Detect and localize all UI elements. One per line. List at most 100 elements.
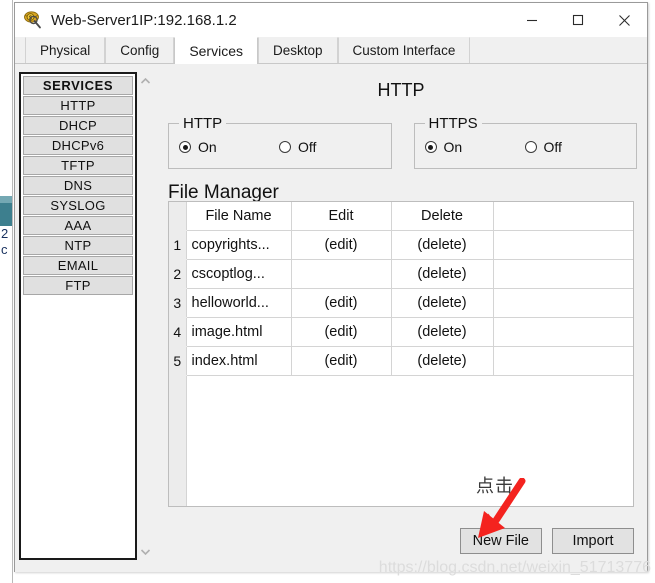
content-area: SERVICES HTTP DHCP DHCPv6 TFTP DNS SYSLO… [15,64,647,572]
background-text-fragment-2: c [1,242,8,257]
cell-file-name: cscoptlog... [186,259,292,289]
cell-delete-link[interactable]: (delete) [391,230,494,260]
sidebar-item-ntp[interactable]: NTP [23,236,133,255]
column-header-index [169,202,187,231]
http-group: HTTP On Off [168,115,392,169]
file-manager-table: File Name Edit Delete 1 copyrights... (e… [169,202,633,507]
sidebar-scrollbar[interactable] [137,72,154,560]
window-title: Web-Server1IP:192.168.1.2 [51,11,237,29]
cell-edit-link[interactable]: (edit) [291,288,392,318]
cell-edit-link[interactable]: (edit) [291,230,392,260]
table-row[interactable]: 5 index.html (edit) (delete) [169,346,633,376]
chevron-up-icon[interactable] [137,72,154,89]
https-group-legend: HTTPS [428,115,478,132]
cell-edit-link[interactable]: (edit) [291,317,392,347]
tab-desktop[interactable]: Desktop [258,37,338,63]
sidebar-item-ftp[interactable]: FTP [23,276,133,295]
cell-spacer [493,259,633,289]
http-radio-on[interactable]: On [179,139,279,155]
close-button[interactable] [601,3,647,37]
maximize-button[interactable] [555,3,601,37]
http-radio-on-label: On [198,139,217,155]
background-text-fragment-1: 2 [1,226,9,241]
tab-config[interactable]: Config [105,37,175,63]
cell-file-name: helloworld... [186,288,292,318]
page-title: HTTP [377,80,425,100]
sidebar-item-dns[interactable]: DNS [23,176,133,195]
cell-spacer [493,317,633,347]
empty-index-column [169,375,187,506]
cell-spacer [493,346,633,376]
chevron-down-icon[interactable] [137,543,154,560]
cell-delete-link[interactable]: (delete) [391,259,494,289]
empty-cell [493,376,633,507]
cell-edit-link[interactable]: (edit) [291,346,392,376]
cell-delete-link[interactable]: (delete) [391,288,494,318]
cell-delete-link[interactable]: (delete) [391,346,494,376]
https-radio-row: On Off [424,139,627,155]
http-radio-row: On Off [179,139,381,155]
packet-tracer-server-icon: $ [23,9,45,31]
column-header-edit: Edit [291,202,392,231]
http-group-legend: HTTP [183,115,223,132]
sidebar-header-services: SERVICES [23,76,133,95]
services-list: SERVICES HTTP DHCP DHCPv6 TFTP DNS SYSLO… [19,72,137,560]
empty-cell [186,376,291,507]
row-index: 2 [169,259,187,289]
sidebar-item-tftp[interactable]: TFTP [23,156,133,175]
file-manager-table-container: File Name Edit Delete 1 copyrights... (e… [168,201,634,507]
cell-spacer [493,230,633,260]
title-bar: $ Web-Server1IP:192.168.1.2 [15,3,647,37]
tab-physical[interactable]: Physical [25,37,106,63]
radio-unselected-icon [279,141,291,153]
background-divider [12,0,13,583]
file-manager-actions: New File Import [459,528,634,554]
tab-custom-interface[interactable]: Custom Interface [337,37,471,63]
background-teal-highlight [0,196,12,203]
http-service-panel: HTTP HTTP On Off HTTPS On Off File Manag… [160,70,642,566]
row-index: 5 [169,346,187,376]
table-row[interactable]: 1 copyrights... (edit) (delete) [169,230,633,260]
sidebar-item-syslog[interactable]: SYSLOG [23,196,133,215]
table-row[interactable]: 2 cscoptlog... (delete) [169,259,633,289]
https-radio-off[interactable]: Off [524,139,562,155]
http-radio-off[interactable]: Off [279,139,316,155]
radio-selected-icon [179,141,191,153]
https-radio-on-label: On [443,139,463,155]
window-controls [509,3,647,37]
sidebar-item-email[interactable]: EMAIL [23,256,133,275]
column-header-file-name: File Name [186,202,292,231]
table-row[interactable]: 3 helloworld... (edit) (delete) [169,288,633,318]
https-radio-off-label: Off [543,139,562,155]
device-config-window: $ Web-Server1IP:192.168.1.2 Physical Con… [14,2,648,572]
https-radio-on[interactable]: On [424,139,525,155]
column-header-delete: Delete [391,202,494,231]
cell-file-name: image.html [186,317,292,347]
https-group: HTTPS On Off [413,115,637,169]
services-sidebar: SERVICES HTTP DHCP DHCPv6 TFTP DNS SYSLO… [19,72,154,560]
table-header-row: File Name Edit Delete [169,202,633,231]
sidebar-item-dhcpv6[interactable]: DHCPv6 [23,136,133,155]
sidebar-item-aaa[interactable]: AAA [23,216,133,235]
cell-spacer [493,288,633,318]
radio-selected-icon [424,141,437,153]
cell-edit-link [291,259,392,289]
watermark-text: https://blog.csdn.net/weixin_51713776 [378,559,651,576]
table-row[interactable]: 4 image.html (edit) (delete) [169,317,633,347]
tab-services[interactable]: Services [174,37,258,64]
minimize-button[interactable] [509,3,555,37]
service-toggle-row: HTTP On Off HTTPS On Off [160,115,642,169]
annotation-label: 点击 [476,476,514,496]
import-button[interactable]: Import [552,528,634,554]
row-index: 3 [169,288,187,318]
sidebar-item-http[interactable]: HTTP [23,96,133,115]
http-radio-off-label: Off [298,139,317,155]
empty-cell [291,376,391,507]
screenshot-root: 2 c $ Web-Server1IP:192.168.1.2 Physical… [0,0,655,583]
new-file-button[interactable]: New File [459,528,542,554]
sidebar-item-dhcp[interactable]: DHCP [23,116,133,135]
row-index: 1 [169,230,187,260]
cell-file-name: index.html [186,346,292,376]
radio-unselected-icon [524,141,537,153]
cell-delete-link[interactable]: (delete) [391,317,494,347]
